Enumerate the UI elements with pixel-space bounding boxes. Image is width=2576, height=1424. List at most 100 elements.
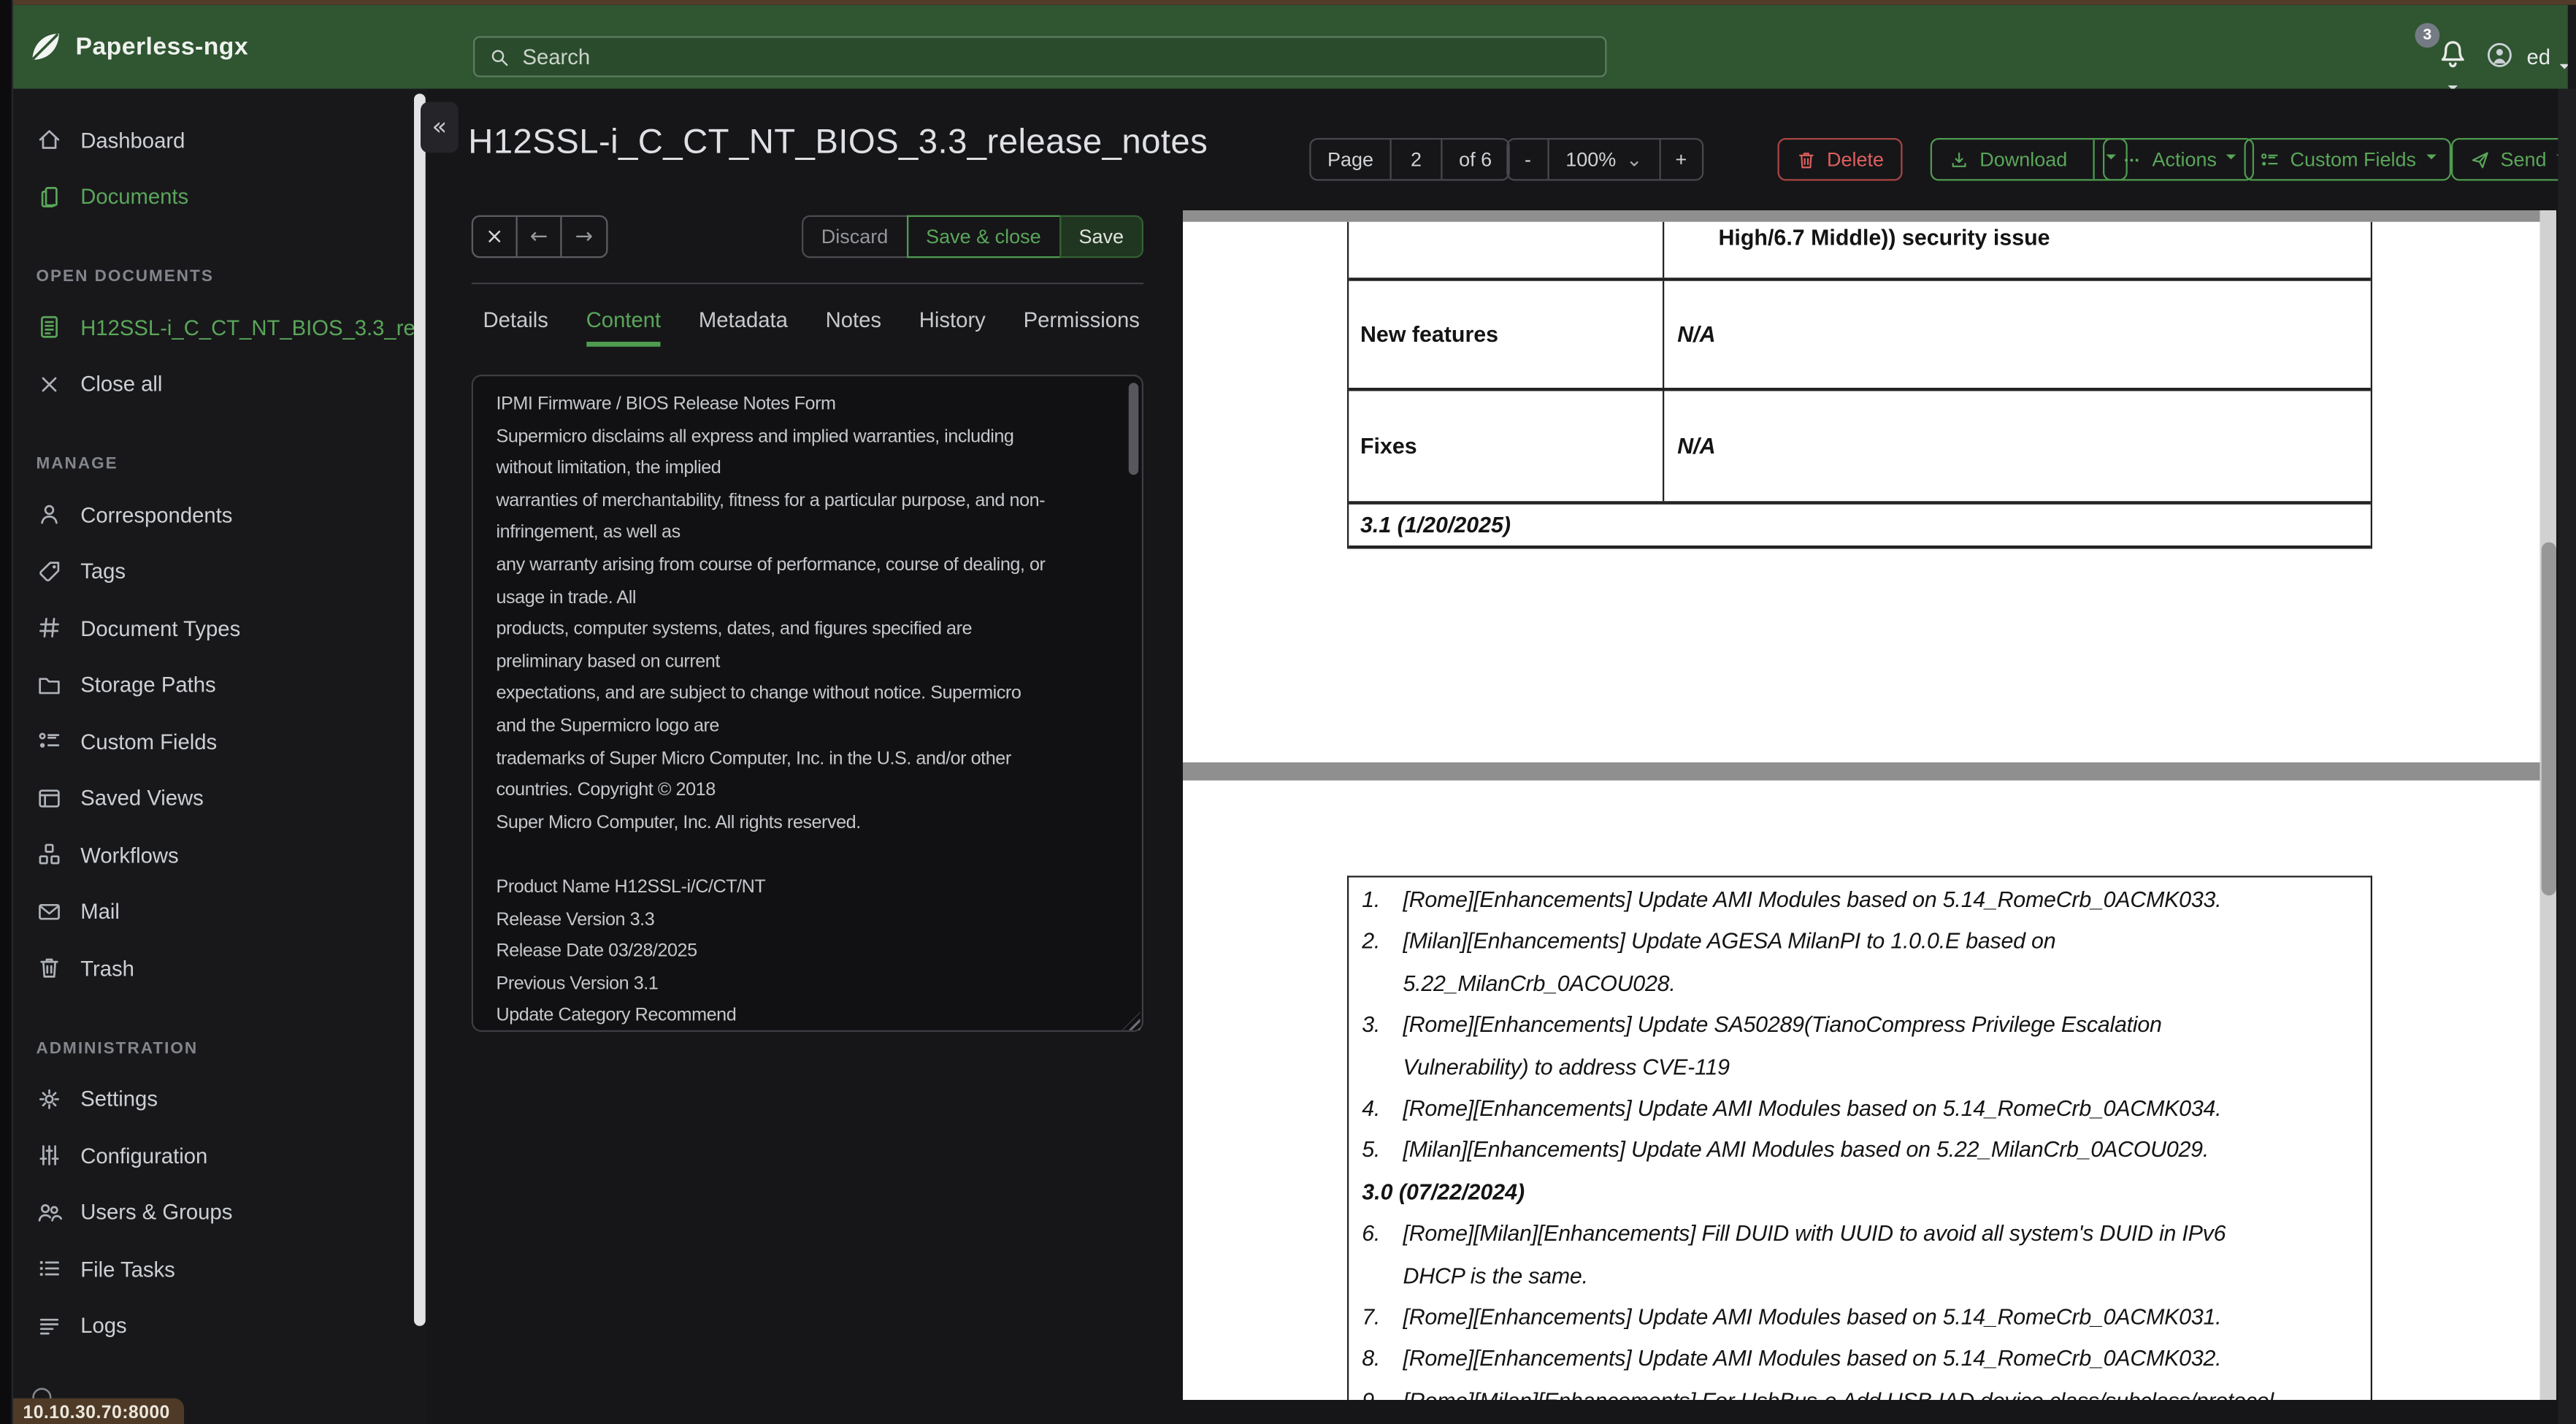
sidebar-item-workflows[interactable]: Workflows xyxy=(13,827,427,884)
sidebar-item-close-all[interactable]: Close all xyxy=(13,356,427,413)
zoom-level-select[interactable]: 100% ⌄ xyxy=(1549,139,1661,180)
sidebar-item-saved-views[interactable]: Saved Views xyxy=(13,770,427,827)
discard-button[interactable]: Discard xyxy=(801,215,908,259)
ellipsis-icon xyxy=(2121,149,2142,170)
user-avatar-icon[interactable] xyxy=(2485,41,2513,69)
sidebar-item-label: Dashboard xyxy=(80,127,185,153)
sidebar-item-settings[interactable]: Settings xyxy=(13,1071,427,1128)
close-document-button[interactable]: × xyxy=(473,217,518,256)
sidebar-item-h12ssl-i-c-ct-nt-bios-3-3-rel[interactable]: H12SSL-i_C_CT_NT_BIOS_3.3_rel... xyxy=(13,299,427,356)
tab-permissions[interactable]: Permissions xyxy=(1024,307,1140,347)
textarea-scrollbar-thumb[interactable] xyxy=(1128,383,1139,475)
tab-metadata[interactable]: Metadata xyxy=(699,307,788,347)
sidebar-item-storage-paths[interactable]: Storage Paths xyxy=(13,657,427,713)
sidebar-item-label: Settings xyxy=(80,1086,158,1111)
page-total-label: of 6 xyxy=(1459,148,1492,172)
sidebar-item-label: Tags xyxy=(80,559,126,584)
sidebar-item-correspondents[interactable]: Correspondents xyxy=(13,486,427,543)
window-left-edge xyxy=(0,0,13,1424)
paperless-ngx-app: Paperless-ngx 3 ed Dashboard Documents OPE… xyxy=(0,0,2576,1424)
sidebar-item-label: Saved Views xyxy=(80,786,204,811)
custom-fields-label: Custom Fields xyxy=(2290,148,2417,172)
sidebar-item-label: Configuration xyxy=(80,1143,208,1168)
editor-tabs: Details Content Metadata Notes History Permis… xyxy=(483,307,1140,347)
table-row-value: N/A xyxy=(1677,434,1716,459)
notification-count-badge: 3 xyxy=(2415,23,2440,48)
app-title: Paperless-ngx xyxy=(75,33,249,61)
actions-button[interactable]: Actions xyxy=(2103,138,2255,181)
pdf-viewer[interactable]: High/6.7 Middle)) security issue New fea… xyxy=(1183,210,2556,1400)
sidebar-item-custom-fields[interactable]: Custom Fields xyxy=(13,713,427,770)
download-label: Download xyxy=(1979,148,2068,172)
next-document-button[interactable]: → xyxy=(562,217,607,256)
tab-details[interactable]: Details xyxy=(483,307,548,347)
delete-button[interactable]: Delete xyxy=(1777,138,1902,181)
sidebar-item-dashboard[interactable]: Dashboard xyxy=(13,112,427,169)
folder-icon xyxy=(37,672,63,698)
username-label[interactable]: ed xyxy=(2527,45,2551,69)
sidebar-item-file-tasks[interactable]: File Tasks xyxy=(13,1241,427,1298)
sidebar-item-label: Correspondents xyxy=(80,502,233,527)
sidebar-item-label: Storage Paths xyxy=(80,672,216,697)
pane-divider xyxy=(471,283,1143,285)
home-icon xyxy=(37,127,63,153)
send-icon xyxy=(2469,149,2491,170)
sidebar-item-label: H12SSL-i_C_CT_NT_BIOS_3.3_rel... xyxy=(80,315,427,340)
sidebar-item-label: Users & Groups xyxy=(80,1200,233,1225)
pdf-version-row: 3.1 (1/20/2025) xyxy=(1349,505,2371,549)
previous-document-button[interactable]: ← xyxy=(518,217,562,256)
table-row: New features N/A xyxy=(1349,280,2371,391)
table-row-label: Fixes xyxy=(1349,391,1665,502)
sidebar-item-configuration[interactable]: Configuration xyxy=(13,1128,427,1184)
save-and-close-button[interactable]: Save & close xyxy=(906,215,1061,259)
sidebar-item-mail[interactable]: Mail xyxy=(13,883,427,940)
pdf-scrollbar-thumb[interactable] xyxy=(2540,542,2556,896)
sidebar-scrollbar[interactable] xyxy=(414,93,426,1326)
tag-icon xyxy=(37,558,63,584)
search-input[interactable] xyxy=(522,44,1592,69)
window-icon xyxy=(37,785,63,811)
download-button[interactable]: Download xyxy=(1932,139,2084,179)
sidebar-item-logs[interactable]: Logs xyxy=(13,1297,427,1354)
custom-fields-icon xyxy=(2259,149,2280,170)
sidebar-item-label: Logs xyxy=(80,1313,127,1339)
download-split-button: Download xyxy=(1930,138,2128,181)
zoom-level-value: 100% xyxy=(1565,148,1617,172)
sidebar: Dashboard Documents OPEN DOCUMENTS H12SSL-i… xyxy=(13,88,427,1424)
pdf-list-line: 5.22_MilanCrb_0ACOU028. xyxy=(1403,971,1676,996)
sidebar-item-trash[interactable]: Trash xyxy=(13,940,427,997)
collapse-sidebar-button[interactable]: « xyxy=(421,102,459,153)
window-top-strip xyxy=(0,0,2576,5)
content-textarea[interactable]: IPMI Firmware / BIOS Release Notes Form … xyxy=(471,375,1143,1032)
sidebar-item-users-groups[interactable]: Users & Groups xyxy=(13,1184,427,1241)
global-search[interactable] xyxy=(473,36,1607,77)
sidebar-item-tags[interactable]: Tags xyxy=(13,543,427,600)
close-x-icon xyxy=(37,371,63,397)
gear-icon xyxy=(37,1086,63,1112)
sidebar-item-label: Mail xyxy=(80,899,120,925)
custom-fields-button[interactable]: Custom Fields xyxy=(2244,138,2451,181)
page-number-input[interactable]: 2 xyxy=(1392,139,1443,180)
save-button[interactable]: Save xyxy=(1059,215,1143,259)
sidebar-item-documents[interactable]: Documents xyxy=(13,169,427,226)
chevron-down-icon xyxy=(2226,154,2237,165)
bell-icon xyxy=(2437,38,2469,71)
zoom-out-button[interactable]: - xyxy=(1509,139,1549,180)
content-area: « H12SSL-i_C_CT_NT_BIOS_3.3_release_note… xyxy=(421,88,2576,1424)
envelope-icon xyxy=(37,898,63,925)
delete-label: Delete xyxy=(1827,148,1885,172)
tab-content[interactable]: Content xyxy=(586,307,662,347)
zoom-in-button[interactable]: + xyxy=(1660,139,1701,179)
sidebar-section-manage: MANAGE xyxy=(36,455,118,473)
zoom-controls-group: - 100% ⌄ + xyxy=(1506,138,1703,181)
tab-notes[interactable]: Notes xyxy=(826,307,881,347)
sidebar-section-administration: ADMINISTRATION xyxy=(36,1039,199,1057)
sidebar-item-label: Documents xyxy=(80,184,189,210)
pdf-list-line: 5. [Milan][Enhancements] Update AMI Modul… xyxy=(1362,1137,2209,1163)
notifications-button[interactable]: 3 xyxy=(2415,20,2475,91)
sidebar-item-document-types[interactable]: Document Types xyxy=(13,600,427,657)
pdf-clipped-row-text: High/6.7 Middle)) security issue xyxy=(1718,225,2050,250)
pdf-list-line: 4. [Rome][Enhancements] Update AMI Module… xyxy=(1362,1095,2222,1121)
tab-history[interactable]: History xyxy=(919,307,986,347)
pdf-list-line: DHCP is the same. xyxy=(1403,1263,1589,1288)
